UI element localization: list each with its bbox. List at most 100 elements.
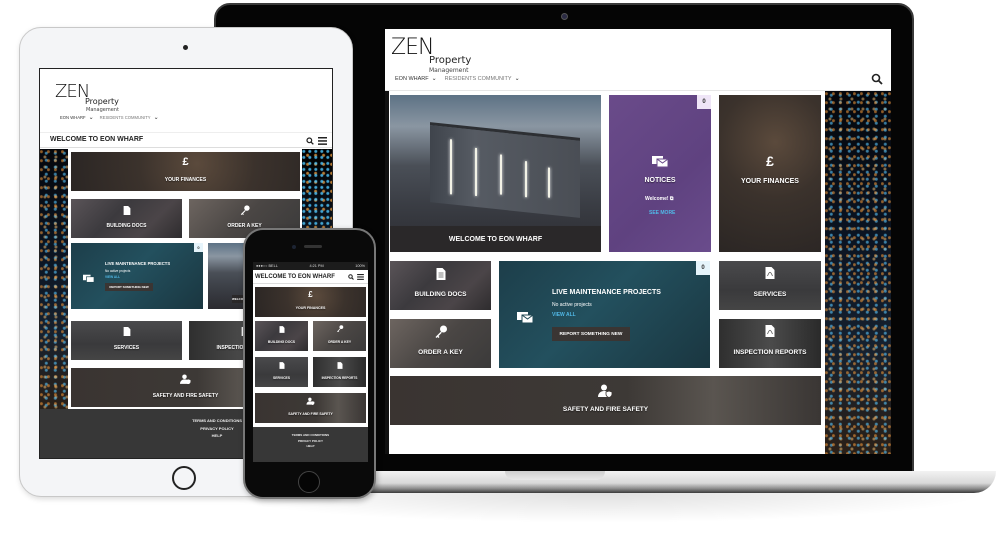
pdf-document-icon: [337, 362, 342, 369]
tile-building-docs[interactable]: BUILDING DOCS: [71, 199, 182, 238]
tile-safety-label: SAFETY AND FIRE SAFETY: [562, 406, 649, 413]
tile-safety-and-fire-safety[interactable]: SAFETY AND FIRE SAFETY: [390, 376, 821, 425]
site-footer: TERMS AND CONDITIONS PRIVACY POLICY HELP: [253, 427, 368, 462]
tile-inspection-reports-label: INSPECTION REPORTS: [733, 349, 807, 356]
maintenance-status: No active projects: [552, 302, 592, 308]
latest-notice-text: Welcome!: [645, 196, 669, 202]
document-icon: [123, 206, 130, 215]
pound-sign-icon: £: [308, 290, 313, 299]
footer-links: TERMS AND CONDITIONS PRIVACY POLICY HELP: [253, 433, 368, 450]
pdf-document-icon: [279, 362, 284, 369]
logo-sub: Property: [85, 97, 119, 106]
hamburger-menu-icon[interactable]: [318, 137, 327, 145]
nav-item-residents-community[interactable]: RESIDENTS COMMUNITY ⌄: [445, 75, 520, 83]
chevron-down-icon: ⌄: [514, 76, 520, 82]
tile-notices[interactable]: 0 NOTICES Welcome! ⧉ SEE MORE: [609, 95, 711, 252]
footer-link-help[interactable]: HELP: [253, 444, 368, 450]
notices-count-badge: 0: [697, 95, 711, 109]
logo-tag: Management: [86, 107, 119, 113]
nav-label: EON WHARF: [395, 75, 429, 82]
report-something-new-button[interactable]: REPORT SOMETHING NEW: [552, 327, 630, 341]
tile-order-key-label: ORDER A KEY: [327, 340, 352, 344]
tile-order-key-label: ORDER A KEY: [418, 349, 463, 356]
document-icon: [279, 326, 284, 333]
device-mockup-scene: ZEN Property Management EON WHARF ⌄ RESI…: [0, 0, 1000, 535]
tile-finances-label: YOUR FINANCES: [741, 178, 799, 185]
city-background-image: [825, 91, 891, 454]
tile-welcome[interactable]: WELCOME TO EON WHARF: [390, 95, 601, 252]
laptop-screen: ZEN Property Management EON WHARF ⌄ RESI…: [385, 29, 891, 454]
tile-order-a-key[interactable]: ORDER A KEY: [313, 321, 366, 351]
tile-live-maintenance[interactable]: 0 LIVE MAINTENANCE PROJECTS No active pr…: [71, 243, 203, 309]
nav-item-residents-community[interactable]: RESIDENTS COMMUNITY ⌄: [100, 114, 159, 121]
nav-label: EON WHARF: [60, 115, 86, 120]
tile-finances-label: YOUR FINANCES: [164, 177, 207, 183]
search-icon[interactable]: [348, 274, 354, 280]
key-icon: [240, 205, 250, 215]
main-nav: EON WHARF ⌄ RESIDENTS COMMUNITY ⌄: [60, 114, 159, 121]
view-all-link[interactable]: VIEW ALL: [105, 275, 120, 279]
maintenance-status: No active projects: [105, 269, 131, 273]
tablet-camera: [183, 45, 188, 50]
chevron-down-icon: ⌄: [153, 115, 159, 121]
tile-your-finances[interactable]: £ YOUR FINANCES: [71, 152, 300, 191]
phone-home-button: [298, 471, 320, 493]
logo[interactable]: ZEN Property Management: [391, 35, 471, 74]
main-nav: EON WHARF ⌄ RESIDENTS COMMUNITY ⌄: [395, 75, 520, 83]
user-shield-icon: [306, 397, 314, 405]
tile-building-docs[interactable]: BUILDING DOCS: [390, 261, 491, 310]
key-icon: [336, 325, 343, 332]
tile-welcome-label: WELCOME TO EON WHARF: [390, 226, 601, 252]
nav-label: RESIDENTS COMMUNITY: [99, 115, 151, 120]
phone-screen: ●●●○○ BELL 4:21 PM 100% WELCOME TO EON W…: [253, 262, 368, 462]
tile-services[interactable]: SERVICES: [71, 321, 182, 360]
tile-your-finances[interactable]: £ YOUR FINANCES: [719, 95, 821, 252]
tile-your-finances[interactable]: £ YOUR FINANCES: [255, 287, 366, 317]
tile-safety-and-fire-safety[interactable]: SAFETY AND FIRE SAFETY: [255, 393, 366, 423]
status-time: 4:21 PM: [309, 264, 324, 268]
tile-services[interactable]: SERVICES: [719, 261, 821, 310]
tile-finances-label: YOUR FINANCES: [295, 306, 326, 310]
document-icon: [436, 268, 445, 280]
maintenance-count-badge: 0: [696, 261, 710, 275]
tile-services-label: SERVICES: [753, 291, 787, 298]
report-something-new-button[interactable]: REPORT SOMETHING NEW: [105, 283, 153, 291]
hamburger-menu-icon[interactable]: [357, 274, 364, 280]
tile-order-a-key[interactable]: ORDER A KEY: [390, 319, 491, 368]
user-shield-icon: [597, 384, 612, 397]
laptop-notch: [505, 471, 605, 480]
pound-sign-icon: £: [182, 156, 189, 168]
maintenance-title: LIVE MAINTENANCE PROJECTS: [552, 289, 661, 296]
city-background-image: [40, 149, 68, 409]
nav-item-eon-wharf[interactable]: EON WHARF ⌄: [395, 75, 437, 83]
pdf-document-icon: [123, 327, 130, 336]
tablet-home-button: [172, 466, 196, 490]
pdf-document-icon: [765, 325, 775, 337]
background-strip: [385, 91, 389, 454]
latest-notice-link[interactable]: Welcome! ⧉: [645, 196, 674, 202]
tile-notices-label: NOTICES: [644, 177, 676, 184]
tile-inspection-reports-label: INSPECTION REPORTS: [321, 376, 358, 380]
search-icon[interactable]: [306, 137, 314, 145]
envelopes-icon: [517, 312, 533, 324]
tile-live-maintenance[interactable]: 0 LIVE MAINTENANCE PROJECTS No active pr…: [499, 261, 710, 368]
logo[interactable]: ZEN Property Management: [55, 81, 119, 113]
tile-services[interactable]: SERVICES: [255, 357, 308, 387]
tile-building-docs-label: BUILDING DOCS: [267, 340, 296, 344]
search-icon[interactable]: [871, 73, 883, 85]
tile-inspection-reports[interactable]: INSPECTION REPORTS: [313, 357, 366, 387]
pdf-document-icon: [765, 267, 775, 279]
chevron-down-icon: ⌄: [88, 115, 94, 121]
tile-building-docs[interactable]: BUILDING DOCS: [255, 321, 308, 351]
page-title: WELCOME TO EON WHARF: [255, 274, 335, 280]
user-shield-icon: [179, 374, 190, 384]
see-more-link[interactable]: SEE MORE: [649, 210, 675, 216]
tile-building-docs-label: BUILDING DOCS: [106, 223, 147, 229]
view-all-link[interactable]: VIEW ALL: [552, 312, 576, 318]
site-header: ZEN Property Management EON WHARF ⌄ RESI…: [385, 29, 891, 91]
logo-main: ZEN: [391, 35, 434, 60]
tile-services-label: SERVICES: [272, 376, 291, 380]
tile-inspection-reports[interactable]: INSPECTION REPORTS: [719, 319, 821, 368]
chevron-down-icon: ⌄: [431, 76, 437, 82]
nav-item-eon-wharf[interactable]: EON WHARF ⌄: [60, 114, 94, 121]
